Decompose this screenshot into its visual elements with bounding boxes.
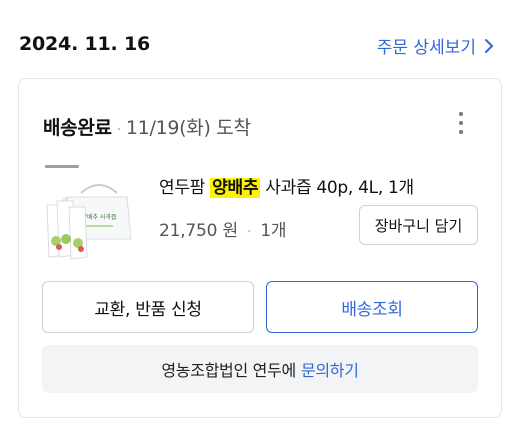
product-thumbnail[interactable]: 양배추 사과즙 bbox=[41, 163, 135, 261]
seller-inquiry-bar: 영농조합법인 연두에 문의하기 bbox=[42, 345, 478, 393]
chevron-right-icon bbox=[485, 38, 493, 53]
status-separator: · bbox=[116, 122, 121, 138]
more-vertical-icon[interactable] bbox=[449, 109, 473, 137]
order-detail-label: 주문 상세보기 bbox=[376, 38, 476, 58]
track-delivery-button[interactable]: 배송조회 bbox=[266, 281, 478, 333]
seller-name: 영농조합법인 연두에 bbox=[161, 361, 296, 380]
order-date: 2024. 11. 16 bbox=[19, 33, 151, 55]
seller-inquiry-link[interactable]: 문의하기 bbox=[301, 357, 359, 381]
product-name-suffix: 사과즙 40p, 4L, 1개 bbox=[265, 178, 414, 198]
delivery-status: 배송완료 bbox=[43, 117, 112, 139]
arrival-date: 11/19(화) 도착 bbox=[125, 117, 251, 139]
order-card: 배송완료 · 11/19(화) 도착 양배추 사과즙 연두팜 양배추 사과즙 4… bbox=[18, 78, 502, 418]
product-name-highlight: 양배추 bbox=[210, 178, 261, 198]
product-price: 21,750 원 bbox=[159, 221, 238, 241]
product-title[interactable]: 연두팜 양배추 사과즙 40p, 4L, 1개 bbox=[159, 173, 414, 198]
thumbnail-box-text: 양배추 사과즙 bbox=[81, 213, 117, 221]
delivery-status-row: 배송완료 · 11/19(화) 도착 bbox=[43, 113, 251, 140]
product-name-prefix: 연두팜 bbox=[159, 178, 206, 198]
price-row: 21,750 원 · 1개 bbox=[159, 216, 287, 241]
add-to-cart-button[interactable]: 장바구니 담기 bbox=[359, 205, 478, 245]
price-separator: · bbox=[247, 225, 252, 240]
product-quantity: 1개 bbox=[260, 221, 287, 241]
exchange-return-button[interactable]: 교환, 반품 신청 bbox=[42, 281, 254, 333]
order-detail-link[interactable]: 주문 상세보기 bbox=[377, 33, 494, 58]
